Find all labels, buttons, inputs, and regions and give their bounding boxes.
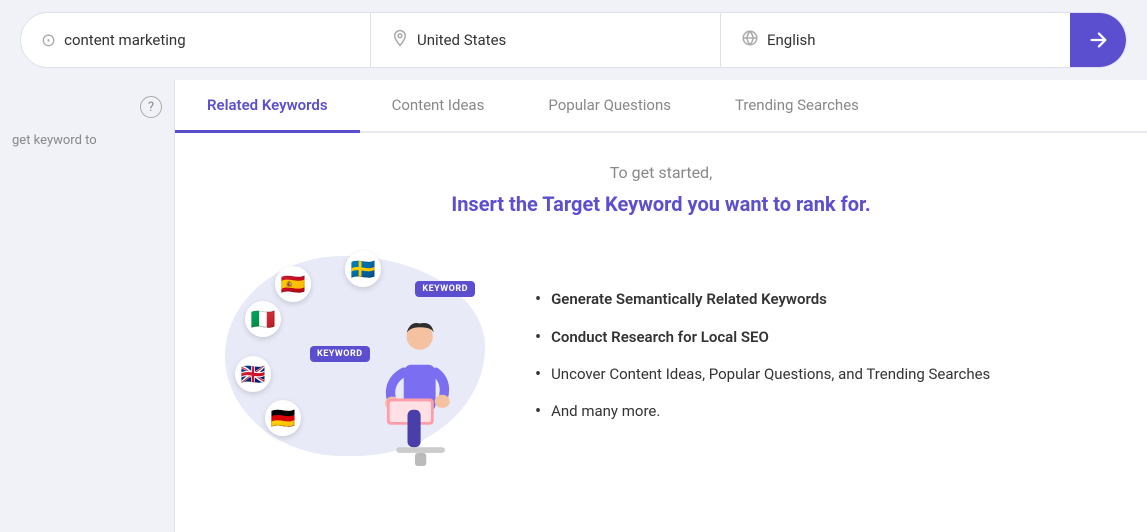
right-panel: Related Keywords Content Ideas Popular Q… xyxy=(175,80,1147,532)
flag-badge-uk: 🇬🇧 xyxy=(235,356,271,392)
tab-content-ideas[interactable]: Content Ideas xyxy=(360,80,517,133)
feature-item-1: Generate Semantically Related Keywords xyxy=(535,288,990,311)
tab-related-keywords[interactable]: Related Keywords xyxy=(175,80,360,133)
query-segment[interactable]: ⊙ content marketing xyxy=(21,13,371,67)
target-icon: ⊙ xyxy=(41,30,56,51)
sidebar: ? get keyword to xyxy=(0,80,175,532)
flag-badge-italy: 🇮🇹 xyxy=(245,301,281,337)
tab-trending-searches[interactable]: Trending Searches xyxy=(703,80,891,133)
feature-text-3: Uncover Content Ideas, Popular Questions… xyxy=(551,363,990,386)
location-segment[interactable]: United States xyxy=(371,13,721,67)
main-content: ? get keyword to Related Keywords Conten… xyxy=(0,80,1147,532)
feature-item-4: And many more. xyxy=(535,400,990,423)
content-area: To get started, Insert the Target Keywor… xyxy=(175,133,1147,532)
search-bar: ⊙ content marketing United States Englis… xyxy=(20,12,1127,68)
sidebar-top: ? xyxy=(12,96,162,118)
language-value: English xyxy=(767,31,816,49)
query-input[interactable]: content marketing xyxy=(64,31,186,49)
language-icon xyxy=(741,29,759,52)
search-submit-button[interactable] xyxy=(1070,12,1126,68)
content-subtitle: To get started, xyxy=(610,163,712,182)
location-value: United States xyxy=(417,31,506,49)
feature-item-2: Conduct Research for Local SEO xyxy=(535,326,990,349)
language-segment[interactable]: English xyxy=(721,13,1070,67)
tab-popular-questions[interactable]: Popular Questions xyxy=(516,80,703,133)
tabs-bar: Related Keywords Content Ideas Popular Q… xyxy=(175,80,1147,133)
illustration: 🇪🇸 🇸🇪 🇮🇹 🇬🇧 🇩🇪 KEYWORD KEYWORD xyxy=(215,246,495,466)
feature-section: 🇪🇸 🇸🇪 🇮🇹 🇬🇧 🇩🇪 KEYWORD KEYWORD xyxy=(215,246,1107,466)
keyword-badge-1: KEYWORD xyxy=(415,281,475,297)
flag-badge-sweden: 🇸🇪 xyxy=(345,251,381,287)
location-icon xyxy=(391,29,409,52)
person-illustration xyxy=(365,316,465,466)
feature-text-2: Conduct Research for Local SEO xyxy=(551,326,769,349)
flag-badge-germany: 🇩🇪 xyxy=(265,400,301,436)
help-icon[interactable]: ? xyxy=(140,96,162,118)
flag-badge-spain: 🇪🇸 xyxy=(275,266,311,302)
keyword-badge-2: KEYWORD xyxy=(310,346,370,362)
feature-list: Generate Semantically Related Keywords C… xyxy=(535,288,990,424)
sidebar-prompt: get keyword to xyxy=(12,132,162,150)
search-bar-container: ⊙ content marketing United States Englis… xyxy=(0,0,1147,80)
feature-text-4: And many more. xyxy=(551,400,660,423)
feature-text-1: Generate Semantically Related Keywords xyxy=(551,288,827,311)
feature-item-3: Uncover Content Ideas, Popular Questions… xyxy=(535,363,990,386)
content-title: Insert the Target Keyword you want to ra… xyxy=(451,192,870,216)
